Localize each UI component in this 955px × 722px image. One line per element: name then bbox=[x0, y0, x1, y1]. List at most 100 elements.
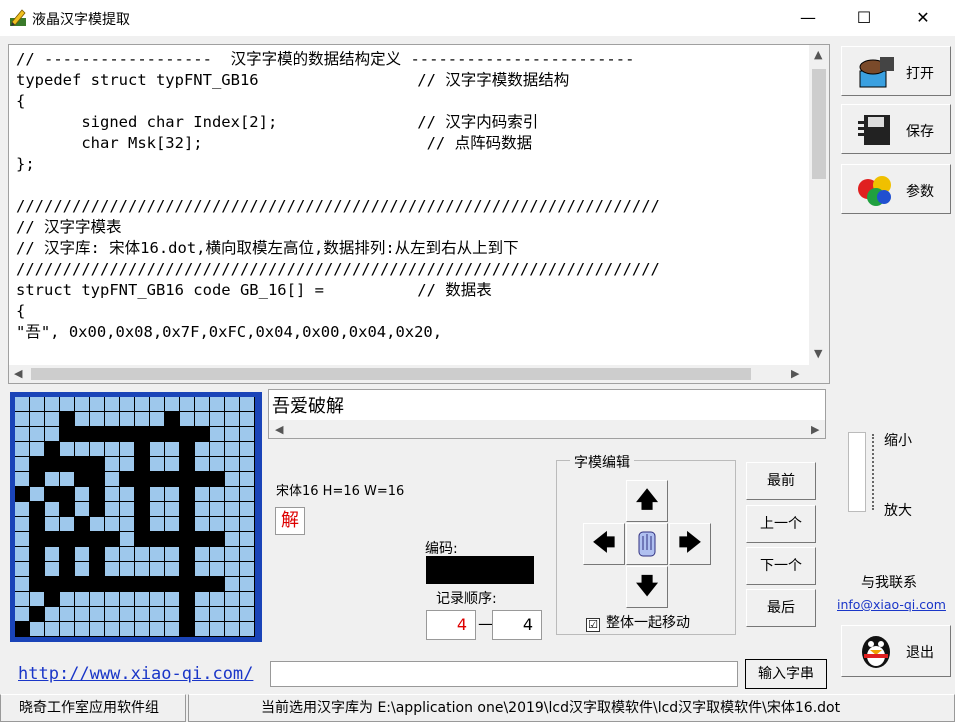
glyph-cell[interactable] bbox=[240, 532, 255, 547]
glyph-cell[interactable] bbox=[120, 622, 135, 637]
glyph-cell[interactable] bbox=[90, 562, 105, 577]
glyph-cell[interactable] bbox=[135, 517, 150, 532]
glyph-cell[interactable] bbox=[30, 607, 45, 622]
glyph-cell[interactable] bbox=[15, 562, 30, 577]
glyph-cell[interactable] bbox=[240, 442, 255, 457]
glyph-cell[interactable] bbox=[210, 427, 225, 442]
glyph-cell[interactable] bbox=[120, 592, 135, 607]
glyph-cell[interactable] bbox=[15, 457, 30, 472]
glyph-cell[interactable] bbox=[30, 412, 45, 427]
glyph-cell[interactable] bbox=[195, 442, 210, 457]
glyph-cell[interactable] bbox=[225, 502, 240, 517]
glyph-cell[interactable] bbox=[45, 412, 60, 427]
glyph-cell[interactable] bbox=[30, 427, 45, 442]
glyph-cell[interactable] bbox=[195, 502, 210, 517]
glyph-cell[interactable] bbox=[150, 412, 165, 427]
glyph-cell[interactable] bbox=[210, 532, 225, 547]
glyph-cell[interactable] bbox=[240, 592, 255, 607]
glyph-cell[interactable] bbox=[75, 577, 90, 592]
glyph-cell[interactable] bbox=[165, 502, 180, 517]
glyph-cell[interactable] bbox=[30, 592, 45, 607]
glyph-cell[interactable] bbox=[240, 397, 255, 412]
maximize-button[interactable]: ☐ bbox=[841, 0, 887, 36]
glyph-cell[interactable] bbox=[135, 412, 150, 427]
glyph-cell[interactable] bbox=[195, 427, 210, 442]
glyph-cell[interactable] bbox=[165, 427, 180, 442]
glyph-cell[interactable] bbox=[15, 502, 30, 517]
glyph-cell[interactable] bbox=[90, 442, 105, 457]
move-together-checkbox[interactable]: ☑ 整体一起移动 bbox=[586, 612, 690, 632]
glyph-cell[interactable] bbox=[135, 547, 150, 562]
glyph-cell[interactable] bbox=[180, 487, 195, 502]
glyph-cell[interactable] bbox=[30, 502, 45, 517]
code-output-area[interactable]: // ------------------ 汉字字模的数据结构定义 ------… bbox=[8, 44, 830, 384]
glyph-center-button[interactable] bbox=[626, 523, 668, 565]
glyph-cell[interactable] bbox=[150, 517, 165, 532]
glyph-cell[interactable] bbox=[165, 517, 180, 532]
glyph-cell[interactable] bbox=[60, 487, 75, 502]
glyph-cell[interactable] bbox=[120, 577, 135, 592]
next-button[interactable]: 下一个 bbox=[746, 547, 816, 585]
glyph-cell[interactable] bbox=[75, 517, 90, 532]
glyph-cell[interactable] bbox=[45, 427, 60, 442]
glyph-cell[interactable] bbox=[135, 607, 150, 622]
glyph-cell[interactable] bbox=[60, 562, 75, 577]
glyph-cell[interactable] bbox=[90, 607, 105, 622]
glyph-cell[interactable] bbox=[210, 622, 225, 637]
glyph-cell[interactable] bbox=[135, 487, 150, 502]
glyph-cell[interactable] bbox=[150, 397, 165, 412]
glyph-cell[interactable] bbox=[30, 532, 45, 547]
glyph-cell[interactable] bbox=[45, 547, 60, 562]
glyph-cell[interactable] bbox=[120, 502, 135, 517]
glyph-cell[interactable] bbox=[120, 472, 135, 487]
glyph-cell[interactable] bbox=[105, 412, 120, 427]
checkbox-icon[interactable]: ☑ bbox=[586, 618, 600, 632]
glyph-cell[interactable] bbox=[75, 397, 90, 412]
glyph-cell[interactable] bbox=[75, 502, 90, 517]
glyph-cell[interactable] bbox=[105, 532, 120, 547]
glyph-cell[interactable] bbox=[105, 457, 120, 472]
glyph-cell[interactable] bbox=[15, 607, 30, 622]
glyph-cell[interactable] bbox=[165, 547, 180, 562]
glyph-cell[interactable] bbox=[60, 607, 75, 622]
glyph-cell[interactable] bbox=[45, 487, 60, 502]
glyph-cell[interactable] bbox=[225, 577, 240, 592]
horizontal-scrollbar[interactable]: ◀ ▶ bbox=[9, 365, 829, 383]
glyph-cell[interactable] bbox=[210, 397, 225, 412]
glyph-cell[interactable] bbox=[150, 487, 165, 502]
glyph-cell[interactable] bbox=[60, 442, 75, 457]
glyph-cell[interactable] bbox=[120, 547, 135, 562]
glyph-cell[interactable] bbox=[165, 442, 180, 457]
scroll-right-icon[interactable]: ▶ bbox=[791, 367, 799, 380]
glyph-cell[interactable] bbox=[165, 577, 180, 592]
chars-input-box[interactable]: 吾爱破解 ◀ ▶ bbox=[268, 389, 826, 439]
zoom-slider[interactable] bbox=[848, 432, 866, 512]
glyph-cell[interactable] bbox=[105, 607, 120, 622]
glyph-cell[interactable] bbox=[210, 577, 225, 592]
glyph-cell[interactable] bbox=[45, 532, 60, 547]
website-link[interactable]: http://www.xiao-qi.com/ bbox=[18, 664, 253, 684]
glyph-cell[interactable] bbox=[60, 547, 75, 562]
glyph-cell[interactable] bbox=[165, 622, 180, 637]
glyph-cell[interactable] bbox=[195, 472, 210, 487]
move-down-button[interactable]: 🡇 bbox=[626, 566, 668, 608]
glyph-cell[interactable] bbox=[90, 487, 105, 502]
glyph-cell[interactable] bbox=[75, 547, 90, 562]
glyph-cell[interactable] bbox=[165, 412, 180, 427]
glyph-cell[interactable] bbox=[195, 412, 210, 427]
glyph-cell[interactable] bbox=[150, 562, 165, 577]
glyph-cell[interactable] bbox=[150, 472, 165, 487]
glyph-cell[interactable] bbox=[105, 577, 120, 592]
scroll-left-icon[interactable]: ◀ bbox=[275, 423, 283, 436]
glyph-cell[interactable] bbox=[225, 427, 240, 442]
glyph-cell[interactable] bbox=[105, 502, 120, 517]
glyph-cell[interactable] bbox=[210, 412, 225, 427]
glyph-cell[interactable] bbox=[60, 472, 75, 487]
glyph-cell[interactable] bbox=[30, 517, 45, 532]
glyph-cell[interactable] bbox=[150, 442, 165, 457]
order-total-field[interactable]: 4 bbox=[492, 610, 542, 640]
glyph-cell[interactable] bbox=[180, 427, 195, 442]
glyph-cell[interactable] bbox=[240, 622, 255, 637]
glyph-cell[interactable] bbox=[15, 412, 30, 427]
glyph-cell[interactable] bbox=[180, 607, 195, 622]
